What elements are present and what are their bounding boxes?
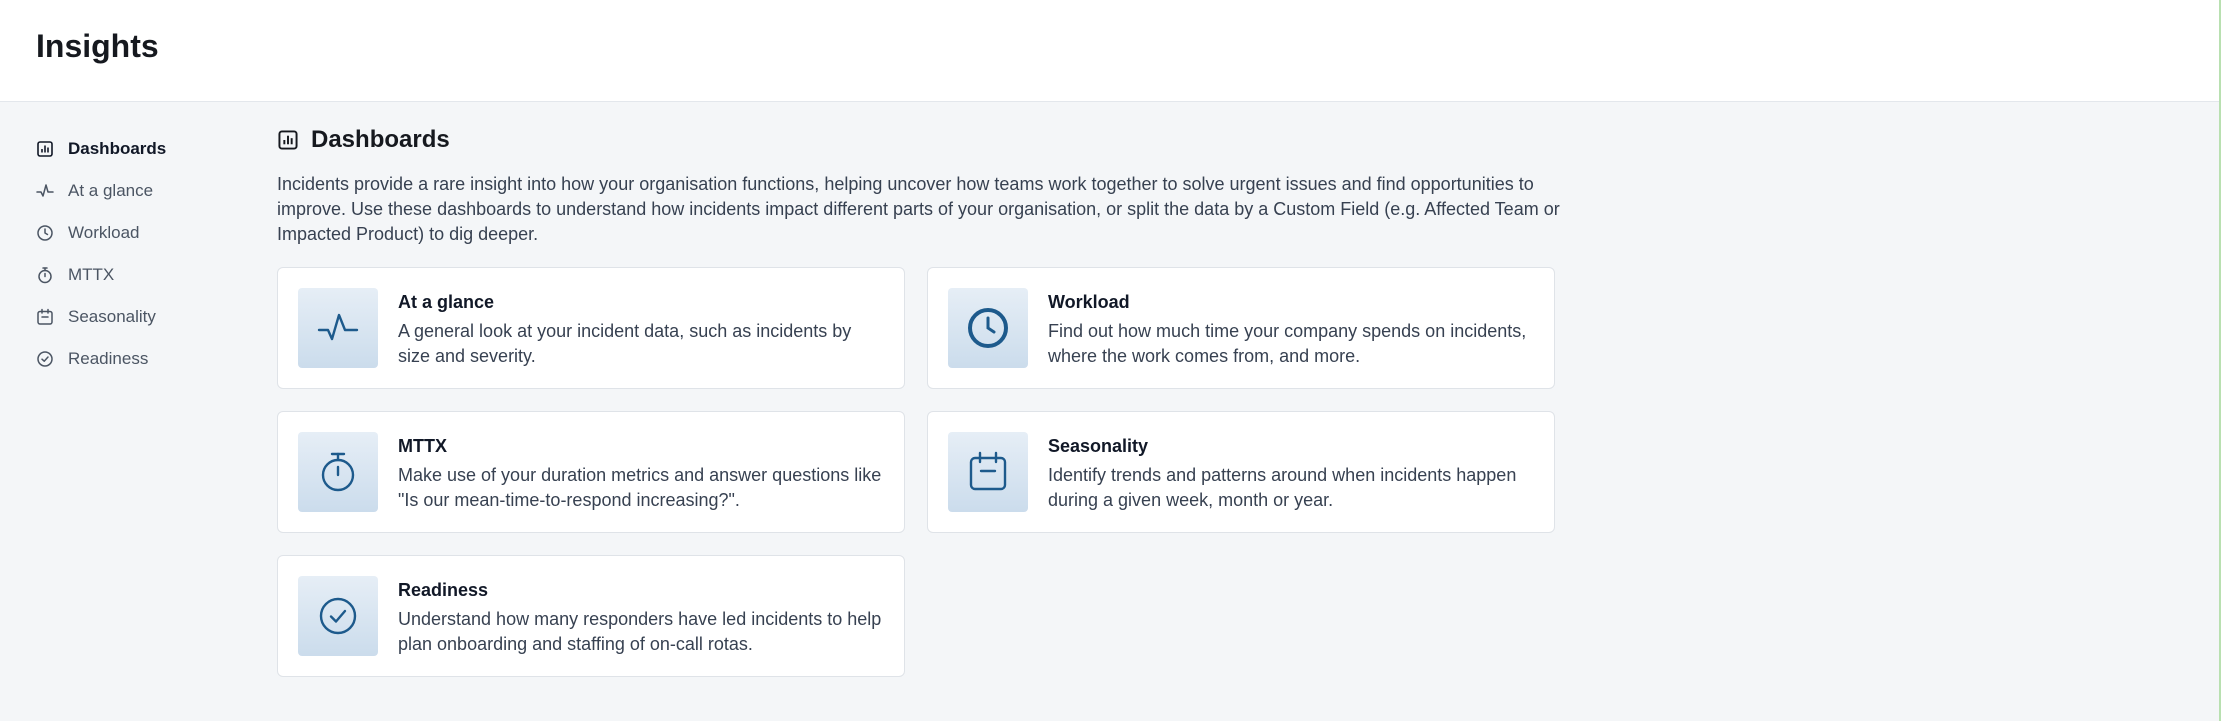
check-circle-icon (36, 350, 54, 368)
card-description: Find out how much time your company spen… (1048, 321, 1527, 366)
card-title: Workload (1048, 292, 1130, 312)
section-title: Dashboards (277, 120, 1557, 160)
main-content: Dashboards Incidents provide a rare insi… (277, 120, 1560, 677)
calendar-icon (36, 308, 54, 326)
sidebar: Dashboards At a glance Workload MTTX Sea… (36, 128, 236, 380)
sidebar-item-label: At a glance (68, 181, 154, 200)
section-heading: Dashboards (311, 126, 450, 153)
page-title: Insights (36, 28, 159, 64)
dashboard-icon (36, 140, 54, 158)
card-description: Understand how many responders have led … (398, 609, 882, 654)
clock-icon (948, 288, 1028, 368)
sidebar-item-label: Readiness (68, 349, 149, 368)
sidebar-item-readiness[interactable]: Readiness (36, 338, 236, 380)
page-header: Insights (0, 0, 2219, 102)
insights-page: Insights Dashboards At a glance Workload… (0, 0, 2221, 721)
dashboard-cards: At a glance A general look at your incid… (277, 267, 1557, 677)
sidebar-item-dashboards[interactable]: Dashboards (36, 128, 236, 170)
card-mttx[interactable]: MTTX Make use of your duration metrics a… (277, 411, 905, 533)
sidebar-item-at-a-glance[interactable]: At a glance (36, 170, 236, 212)
card-description: Identify trends and patterns around when… (1048, 465, 1517, 510)
clock-icon (36, 224, 54, 242)
sidebar-item-workload[interactable]: Workload (36, 212, 236, 254)
card-title: Readiness (398, 580, 489, 600)
check-circle-icon (298, 576, 378, 656)
dashboard-icon (277, 129, 299, 151)
sidebar-item-label: MTTX (68, 265, 115, 284)
stopwatch-icon (36, 266, 54, 284)
sidebar-item-label: Seasonality (68, 307, 156, 326)
calendar-icon (948, 432, 1028, 512)
card-title: MTTX (398, 436, 447, 456)
pulse-icon (36, 182, 54, 200)
pulse-icon (298, 288, 378, 368)
sidebar-item-label: Dashboards (68, 139, 167, 158)
stopwatch-icon (298, 432, 378, 512)
card-title: Seasonality (1048, 436, 1149, 456)
card-readiness[interactable]: Readiness Understand how many responders… (277, 555, 905, 677)
card-workload[interactable]: Workload Find out how much time your com… (927, 267, 1555, 389)
sidebar-item-mttx[interactable]: MTTX (36, 254, 236, 296)
card-description: Make use of your duration metrics and an… (398, 465, 882, 510)
intro-text: Incidents provide a rare insight into ho… (277, 174, 1560, 244)
card-seasonality[interactable]: Seasonality Identify trends and patterns… (927, 411, 1555, 533)
card-description: A general look at your incident data, su… (398, 321, 852, 366)
card-title: At a glance (398, 292, 495, 312)
sidebar-item-label: Workload (68, 223, 140, 242)
sidebar-item-seasonality[interactable]: Seasonality (36, 296, 236, 338)
card-at-a-glance[interactable]: At a glance A general look at your incid… (277, 267, 905, 389)
